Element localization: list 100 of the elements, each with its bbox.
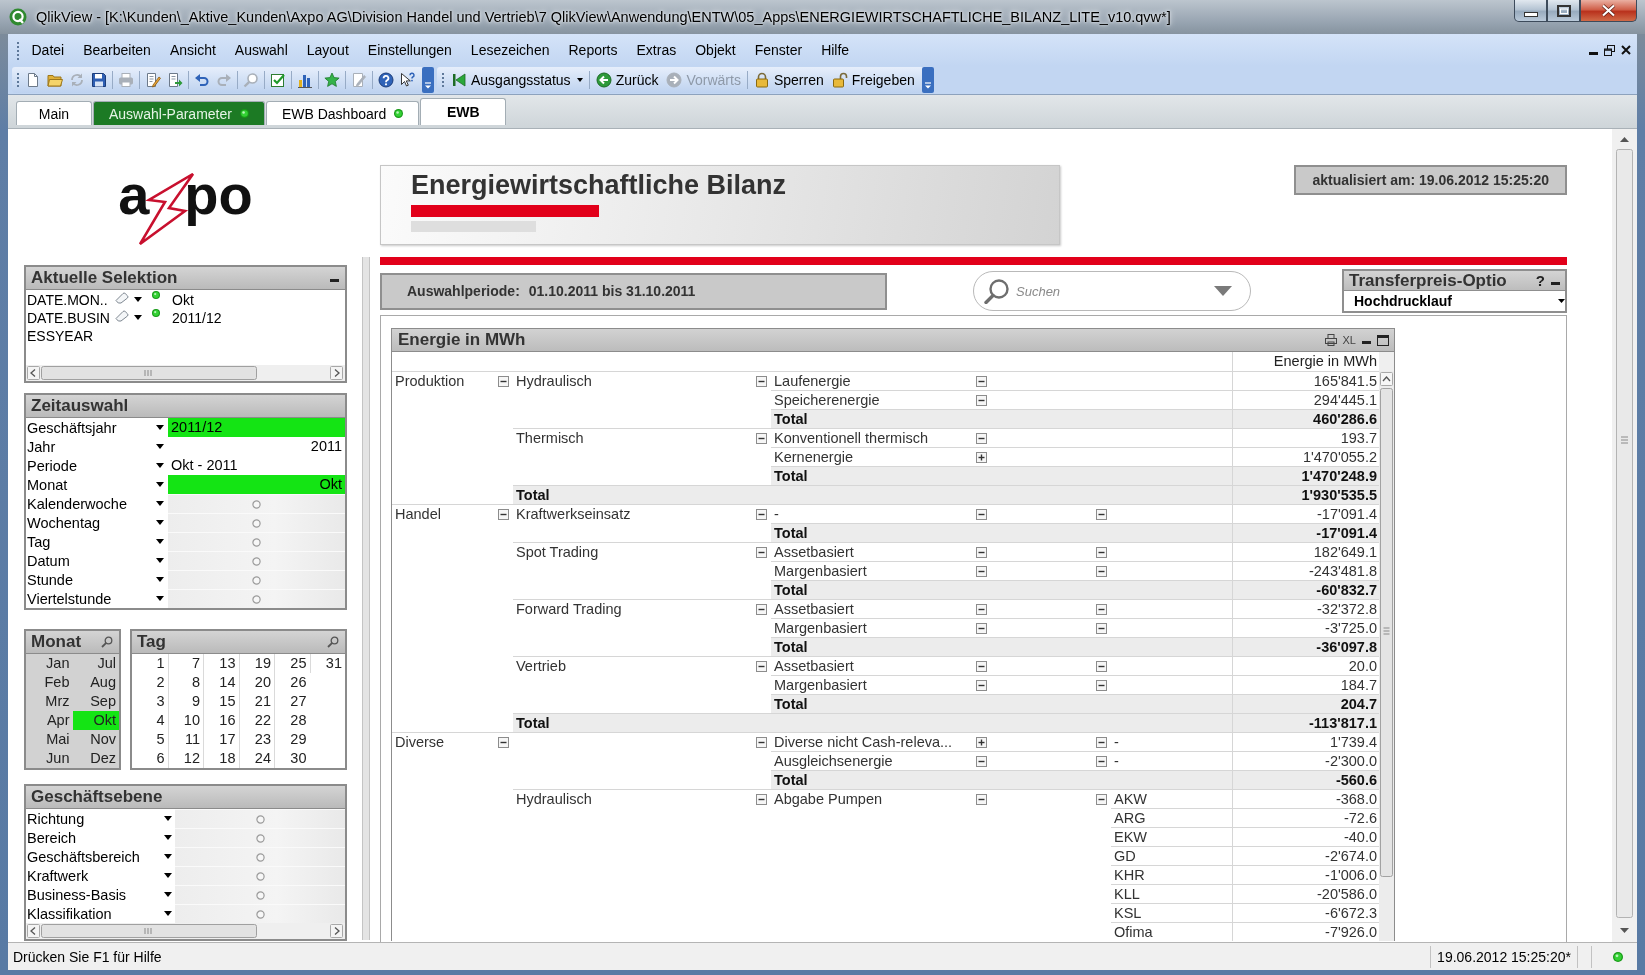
- list-item[interactable]: 19: [238, 654, 274, 673]
- maximize-icon[interactable]: [1377, 334, 1389, 346]
- menu-item[interactable]: Fenster: [745, 42, 812, 58]
- caret-icon[interactable]: [156, 463, 164, 468]
- minus-box-icon[interactable]: [498, 508, 509, 520]
- grip-icon[interactable]: [16, 71, 20, 89]
- list-item[interactable]: 22: [238, 711, 274, 730]
- caret-icon[interactable]: [156, 444, 164, 449]
- grip-icon[interactable]: [16, 40, 20, 60]
- star-icon[interactable]: [324, 72, 340, 88]
- caret-icon[interactable]: [164, 854, 172, 859]
- caret-icon[interactable]: [156, 596, 164, 601]
- dropdown-triangle-icon[interactable]: [1214, 286, 1232, 296]
- minus-box-icon[interactable]: [756, 793, 767, 805]
- minus-box-icon[interactable]: [756, 508, 767, 520]
- minus-box-icon[interactable]: [976, 679, 987, 691]
- app-icon[interactable]: [9, 8, 27, 26]
- minus-box-icon[interactable]: [1096, 679, 1107, 691]
- caret-icon[interactable]: [1558, 299, 1565, 303]
- minus-box-icon[interactable]: [1096, 546, 1107, 558]
- minus-box-icon[interactable]: [756, 546, 767, 558]
- minus-box-icon[interactable]: [976, 660, 987, 672]
- minus-box-icon[interactable]: [976, 793, 987, 805]
- menu-item[interactable]: Datei: [22, 42, 74, 58]
- caret-icon[interactable]: [156, 501, 164, 506]
- minus-box-icon[interactable]: [976, 622, 987, 634]
- list-item[interactable]: 14: [203, 673, 239, 692]
- menu-item[interactable]: Hilfe: [811, 42, 859, 58]
- caret-icon[interactable]: [164, 873, 172, 878]
- caret-icon[interactable]: [156, 558, 164, 563]
- search-box[interactable]: Suchen: [973, 271, 1251, 311]
- menu-item[interactable]: Extras: [627, 42, 686, 58]
- checkbox-icon[interactable]: [270, 72, 286, 88]
- search-input[interactable]: Suchen: [1016, 281, 1208, 301]
- minus-box-icon[interactable]: [976, 432, 987, 444]
- empty-field[interactable]: [168, 551, 345, 570]
- dropdown-field[interactable]: Hochdrucklauf: [1344, 291, 1565, 311]
- search-icon[interactable]: [101, 636, 113, 648]
- minus-box-icon[interactable]: [976, 394, 987, 406]
- undo-icon[interactable]: [194, 72, 210, 88]
- list-item[interactable]: 31: [309, 654, 345, 673]
- eraser-icon[interactable]: [115, 310, 129, 322]
- menu-item[interactable]: Reports: [559, 42, 627, 58]
- caret-icon[interactable]: [164, 892, 172, 897]
- menu-item[interactable]: Bearbeiten: [73, 42, 161, 58]
- caret-icon[interactable]: [134, 297, 142, 302]
- caret-icon[interactable]: [156, 425, 164, 430]
- empty-field[interactable]: [168, 532, 345, 551]
- minimize-button[interactable]: [1514, 0, 1547, 22]
- list-item[interactable]: 20: [238, 673, 274, 692]
- minus-box-icon[interactable]: [976, 508, 987, 520]
- menu-item[interactable]: Ansicht: [160, 42, 226, 58]
- grip-icon[interactable]: [441, 71, 445, 89]
- empty-field[interactable]: [175, 904, 345, 923]
- horizontal-scrollbar[interactable]: [26, 365, 345, 381]
- close-icon[interactable]: [1621, 45, 1631, 55]
- empty-field[interactable]: [175, 809, 345, 828]
- list-item[interactable]: 21: [238, 692, 274, 711]
- minus-box-icon[interactable]: [1096, 622, 1107, 634]
- menu-item[interactable]: Layout: [297, 42, 359, 58]
- bar-chart-icon[interactable]: [297, 72, 313, 88]
- eraser-icon[interactable]: [115, 292, 129, 304]
- close-button[interactable]: [1580, 0, 1637, 22]
- empty-field[interactable]: [175, 847, 345, 866]
- minus-box-icon[interactable]: [1096, 565, 1107, 577]
- minus-box-icon[interactable]: [976, 375, 987, 387]
- list-item[interactable]: 10: [167, 711, 203, 730]
- minus-box-icon[interactable]: [756, 375, 767, 387]
- toolbar-button[interactable]: Freigeben: [827, 69, 919, 91]
- list-item[interactable]: 12: [167, 749, 203, 768]
- toolbar-button[interactable]: Zurück: [591, 69, 663, 91]
- menu-item[interactable]: Objekt: [685, 42, 746, 58]
- empty-field[interactable]: [168, 570, 345, 589]
- tab[interactable]: Main: [16, 101, 92, 125]
- empty-field[interactable]: [168, 494, 345, 513]
- minus-box-icon[interactable]: [976, 546, 987, 558]
- minus-box-icon[interactable]: [756, 736, 767, 748]
- menu-item[interactable]: Lesezeichen: [461, 42, 559, 58]
- list-item[interactable]: 23: [238, 730, 274, 749]
- minus-box-icon[interactable]: [1096, 603, 1107, 615]
- empty-field[interactable]: [175, 828, 345, 847]
- folder-icon[interactable]: [47, 72, 63, 88]
- printer-icon[interactable]: [1324, 334, 1337, 346]
- page-arrow-icon[interactable]: [167, 72, 183, 88]
- search-icon[interactable]: [327, 636, 339, 648]
- list-item[interactable]: 11: [167, 730, 203, 749]
- minus-box-icon[interactable]: [756, 660, 767, 672]
- minus-box-icon[interactable]: [976, 755, 987, 767]
- minus-box-icon[interactable]: [1096, 793, 1107, 805]
- toolbar-button[interactable]: Sperren: [749, 69, 828, 91]
- empty-field[interactable]: [175, 885, 345, 904]
- toolbar-overflow-icon[interactable]: [921, 67, 934, 93]
- tab[interactable]: EWB: [420, 98, 507, 125]
- empty-field[interactable]: [175, 866, 345, 885]
- caret-icon[interactable]: [576, 78, 583, 82]
- list-item[interactable]: Okt: [72, 711, 119, 730]
- minus-box-icon[interactable]: [976, 565, 987, 577]
- menu-item[interactable]: Einstellungen: [358, 42, 462, 58]
- help-icon[interactable]: [378, 72, 394, 88]
- minus-box-icon[interactable]: [1096, 508, 1107, 520]
